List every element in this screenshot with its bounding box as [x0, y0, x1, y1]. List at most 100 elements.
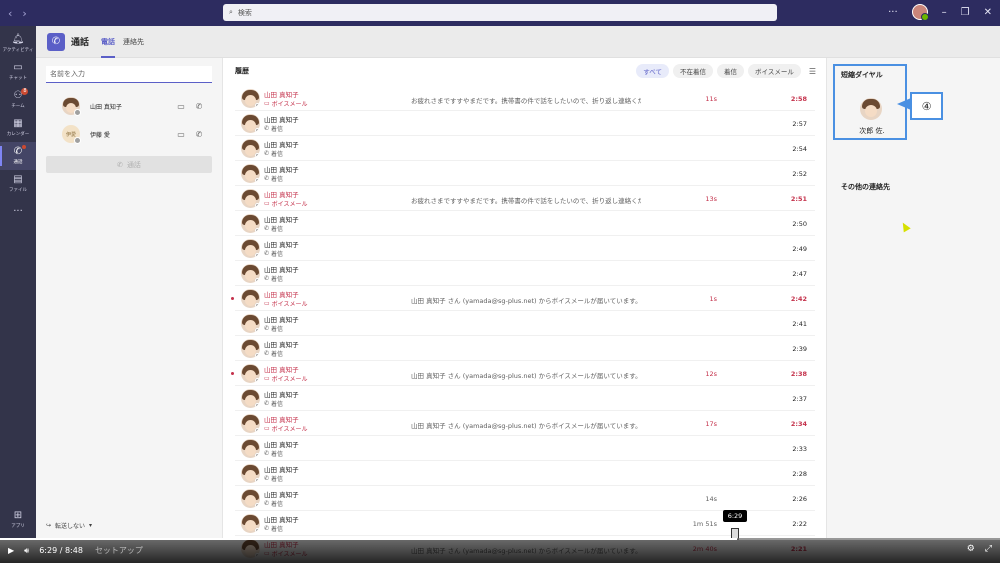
- rail-item-calls[interactable]: ✆ 通話: [0, 142, 36, 170]
- call-time: 2:42: [790, 295, 807, 303]
- forward-icon: ↪: [46, 522, 52, 529]
- call-time: 2:26: [792, 495, 807, 503]
- history-row[interactable]: 山田 真知子 ✆ 着信 2:33: [235, 436, 815, 461]
- rail-label: ファイル: [9, 188, 27, 193]
- call-type: ✆ 着信: [264, 524, 283, 533]
- minimize-icon[interactable]: –: [942, 7, 947, 18]
- history-row[interactable]: 山田 真知子 ✆ 着信 14s 2:26: [235, 486, 815, 511]
- profile-avatar[interactable]: [911, 4, 929, 21]
- chevron-down-icon: ▾: [89, 522, 93, 529]
- contact-item[interactable]: 山田 真知子 ▭ ✆: [46, 92, 212, 120]
- history-row[interactable]: 山田 真知子 ✆ 着信 2:57: [235, 111, 815, 136]
- incoming-call-icon: ✆: [264, 275, 270, 282]
- avatar: [241, 414, 260, 433]
- contact-item[interactable]: 伊愛 伊藤 愛 ▭ ✆: [46, 120, 212, 148]
- maximize-icon[interactable]: ❐: [961, 7, 970, 18]
- history-row[interactable]: 山田 真知子 ✆ 着信 2:52: [235, 161, 815, 186]
- current-time: 6:29: [39, 546, 58, 555]
- other-contacts-title: その他の連絡先: [841, 183, 890, 191]
- avatar: [860, 98, 882, 120]
- filter-missed[interactable]: 不在着信: [673, 64, 714, 78]
- filter-all[interactable]: すべて: [636, 64, 670, 78]
- video-controls: ▶ 🔊︎ 6:29 / 8:48 セットアップ ⚙ ⤢: [0, 538, 1000, 563]
- incoming-call-icon: ✆: [264, 475, 270, 482]
- call-type-label: 着信: [271, 451, 284, 458]
- voicemail-icon: ▭: [264, 425, 270, 432]
- rail-item-activity[interactable]: 🔔︎ アクティビティ: [0, 30, 36, 58]
- history-row[interactable]: 山田 真知子▭ボイスメール 山田 真知子 さん (yamada@sg-plus.n…: [235, 411, 815, 436]
- call-time: 2:47: [792, 270, 807, 278]
- rail-item-teams[interactable]: ⚇ 8 チーム: [0, 86, 36, 114]
- tab-contacts[interactable]: 連絡先: [123, 26, 144, 58]
- history-row[interactable]: 山田 真知子 ✆ 着信 2:50: [235, 211, 815, 236]
- filter-incoming[interactable]: 着信: [717, 64, 745, 78]
- history-row[interactable]: 山田 真知子 ✆ 着信 2:28: [235, 461, 815, 486]
- tab-phone[interactable]: 電話: [101, 26, 116, 58]
- call-time: 2:54: [792, 145, 807, 153]
- call-type: ▭ボイスメール: [264, 374, 308, 383]
- play-icon[interactable]: ▶: [8, 546, 14, 555]
- history-row[interactable]: 山田 真知子▭ボイスメール 山田 真知子 さん (yamada@sg-plus.n…: [231, 286, 815, 311]
- mouse-cursor-icon: [899, 220, 911, 233]
- search-bar[interactable]: ⌕ 検索: [223, 4, 777, 21]
- close-icon[interactable]: ✕: [984, 7, 992, 18]
- time-separator: /: [59, 546, 63, 555]
- app-rail: 🔔︎ アクティビティ ▭ チャット ⚇ 8 チーム ▦ カレンダー ✆ 通話 ▤ …: [0, 26, 36, 538]
- speed-dial-name: 次郎 佐.: [859, 127, 885, 135]
- history-row[interactable]: 山田 真知子▭ボイスメール 山田 真知子 さん (yamada@sg-plus.n…: [231, 361, 815, 386]
- call-type: ✆ 着信: [264, 149, 283, 158]
- call-type-label: ボイスメール: [271, 376, 308, 383]
- rail-label: チーム: [11, 104, 25, 109]
- video-call-icon[interactable]: ▭: [172, 102, 190, 111]
- history-row[interactable]: 山田 真知子 ✆ 着信 2:54: [235, 136, 815, 161]
- avatar: [241, 139, 260, 158]
- name-input[interactable]: 名前を入力: [46, 66, 212, 83]
- call-type-label: 着信: [271, 151, 284, 158]
- call-type: ▭ボイスメール: [264, 99, 308, 108]
- history-row[interactable]: 山田 真知子 ✆ 着信 2:37: [235, 386, 815, 411]
- video-progress-bar[interactable]: [0, 538, 1000, 540]
- call-type-label: 着信: [271, 326, 284, 333]
- call-duration: 12s: [705, 370, 717, 378]
- history-row[interactable]: 山田 真知子 ✆ 着信 2:39: [235, 336, 815, 361]
- rail-item-files[interactable]: ▤ ファイル: [0, 170, 36, 198]
- filter-voicemail[interactable]: ボイスメール: [748, 64, 801, 78]
- speed-dial-card[interactable]: 短縮ダイヤル 次郎 佐.: [833, 64, 907, 140]
- audio-call-icon[interactable]: ✆: [190, 102, 208, 111]
- filter-icon[interactable]: ☰: [809, 67, 816, 76]
- forward-arrow-icon[interactable]: ›: [22, 7, 26, 20]
- call-time: 2:41: [792, 320, 807, 328]
- back-arrow-icon[interactable]: ‹: [8, 7, 12, 20]
- calls-header: ✆ 通話 電話 連絡先: [36, 26, 1000, 58]
- call-time: 2:34: [790, 420, 807, 428]
- voicemail-preview: お疲れさまですすやまだです。携帯書の件で話をしたいので、折り返し連絡ください。: [411, 97, 641, 105]
- rail-item-apps[interactable]: ⊞ アプリ: [0, 506, 36, 534]
- volume-icon[interactable]: 🔊︎: [24, 546, 29, 556]
- avatar: [241, 489, 260, 508]
- avatar: [241, 289, 260, 308]
- more-options-icon[interactable]: ···: [888, 7, 898, 18]
- audio-call-icon[interactable]: ✆: [190, 130, 208, 139]
- history-row[interactable]: 山田 真知子 ▭ ボイスメール お疲れさまですすやまだです。携帯書の件で話をしたいので…: [235, 186, 815, 211]
- call-duration: 11s: [705, 95, 717, 103]
- page-title: 通話: [71, 38, 90, 48]
- call-type: ✆ 着信: [264, 499, 283, 508]
- history-row[interactable]: 山田 真知子 ✆ 着信 2:41: [235, 311, 815, 336]
- forward-setting[interactable]: ↪ 転送しない ▾: [46, 521, 92, 530]
- rail-item-chat[interactable]: ▭ チャット: [0, 58, 36, 86]
- rail-item-more[interactable]: ···: [0, 198, 36, 226]
- history-row[interactable]: 山田 真知子 ✆ 着信 2:49: [235, 236, 815, 261]
- history-row[interactable]: 山田 真知子 ✆ 着信 2:47: [235, 261, 815, 286]
- fullscreen-icon[interactable]: ⤢: [985, 544, 992, 554]
- avatar: [241, 164, 260, 183]
- video-call-icon[interactable]: ▭: [172, 130, 190, 139]
- call-button[interactable]: ✆ 通話: [46, 156, 212, 173]
- caller-name: 山田 真知子: [264, 466, 299, 474]
- call-time: 2:52: [792, 170, 807, 178]
- history-row[interactable]: 山田 真知子 ▭ ボイスメール お疲れさまですすやまだです。携帯書の件で話をしたいので…: [235, 86, 815, 111]
- settings-gear-icon[interactable]: ⚙: [967, 544, 975, 554]
- caller-name: 山田 真知子: [264, 241, 299, 249]
- call-type: ✆ 着信: [264, 249, 283, 258]
- rail-item-calendar[interactable]: ▦ カレンダー: [0, 114, 36, 142]
- call-time: 2:39: [792, 345, 807, 353]
